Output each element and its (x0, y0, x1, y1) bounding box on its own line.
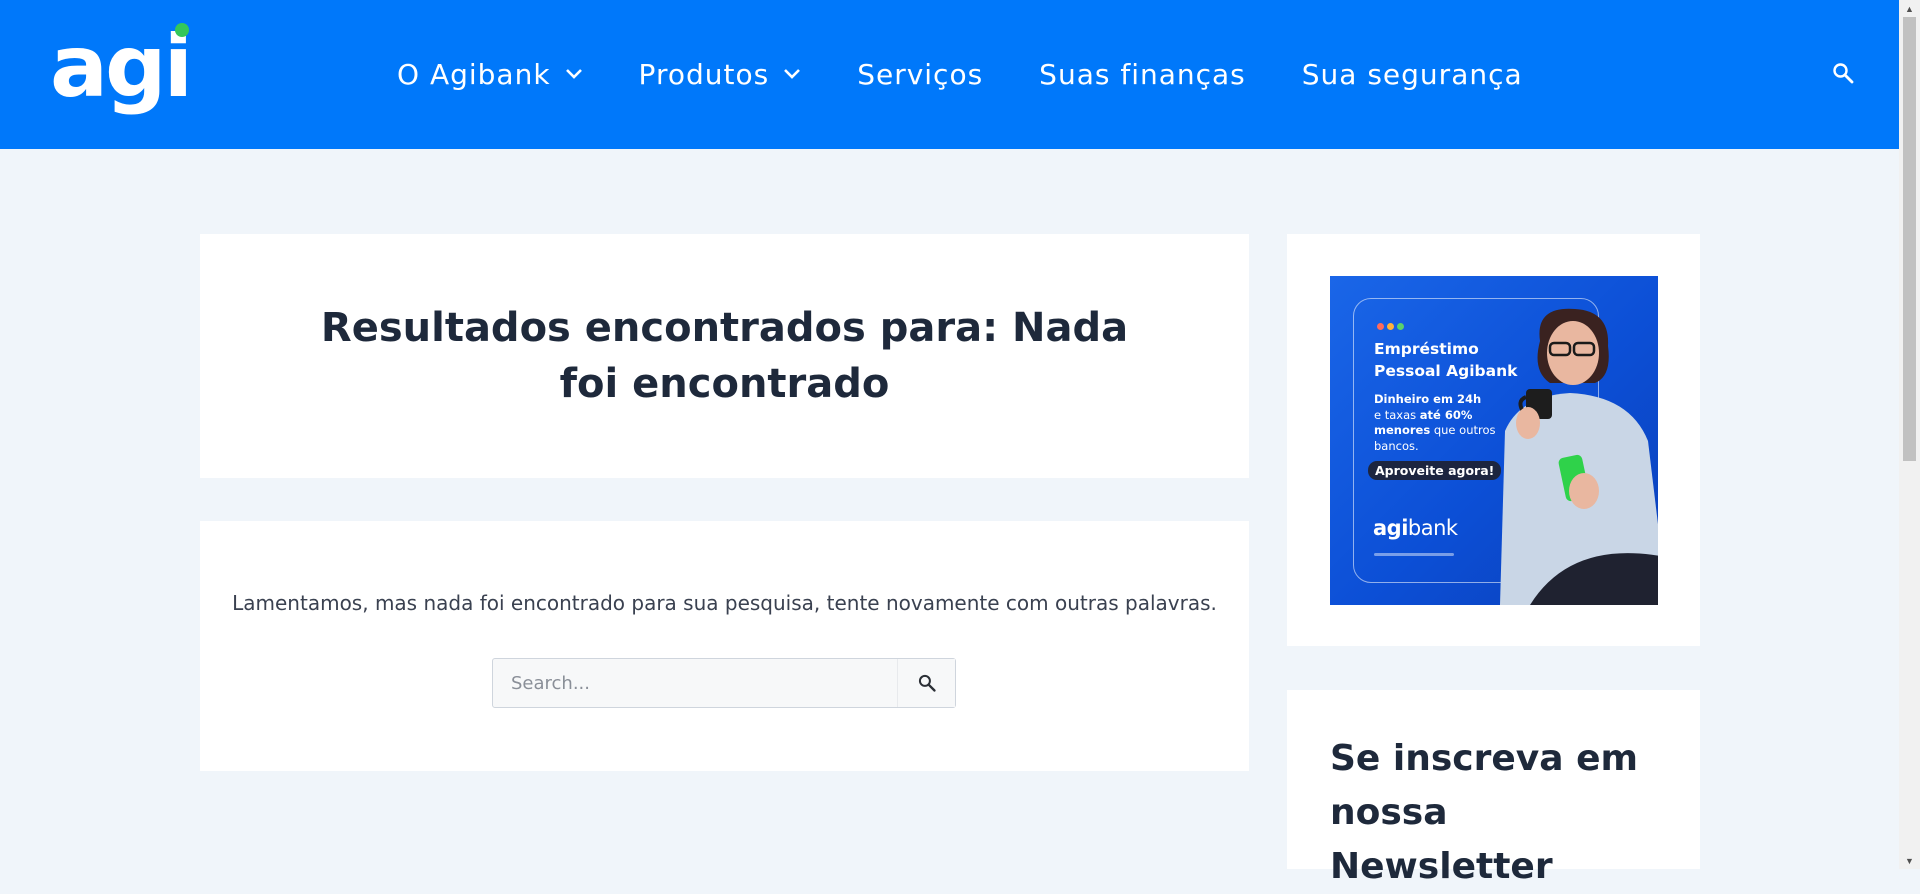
scroll-up-arrow-icon[interactable]: ▲ (1899, 0, 1920, 17)
search-form (492, 658, 956, 708)
sidebar-ad-widget: Empréstimo Pessoal Agibank Dinheiro em 2… (1287, 234, 1700, 646)
logo-dot (175, 23, 189, 37)
nav-item-label: Suas finanças (1039, 57, 1246, 91)
ad-cta-button[interactable]: Aproveite agora! (1368, 461, 1502, 480)
nav-item-servicos[interactable]: Serviços (857, 58, 983, 91)
nav-item-label: O Agibank (397, 57, 551, 91)
search-icon[interactable] (1831, 61, 1855, 85)
agi-logo[interactable]: agi (50, 18, 195, 123)
search-input[interactable] (493, 659, 897, 707)
no-results-card: Lamentamos, mas nada foi encontrado para… (200, 521, 1249, 771)
search-icon (918, 674, 936, 692)
page-scrollbar[interactable]: ▲ ▼ (1899, 0, 1920, 869)
no-results-message: Lamentamos, mas nada foi encontrado para… (232, 591, 1217, 615)
scrollbar-thumb[interactable] (1903, 17, 1916, 461)
scroll-down-arrow-icon[interactable]: ▼ (1899, 852, 1920, 869)
ad-fine-print (1374, 553, 1454, 556)
nav-item-suas-financas[interactable]: Suas finanças (1039, 58, 1246, 91)
nav-item-produtos[interactable]: Produtos (639, 58, 802, 91)
nav-item-label: Sua segurança (1301, 57, 1523, 91)
emprestimo-ad-banner[interactable]: Empréstimo Pessoal Agibank Dinheiro em 2… (1330, 276, 1658, 605)
ad-title: Empréstimo Pessoal Agibank (1374, 340, 1518, 380)
logo-text: agi (50, 18, 190, 117)
ad-window-dots (1377, 323, 1407, 330)
nav-item-sua-seguranca[interactable]: Sua segurança (1302, 58, 1523, 91)
nav-item-label: Produtos (638, 57, 770, 91)
newsletter-title: Se inscreva em nossa Newsletter (1330, 738, 1639, 887)
newsletter-widget: Se inscreva em nossa Newsletter (1287, 690, 1700, 887)
agibank-logo: agibank (1373, 516, 1458, 540)
nav-item-label: Serviços (857, 57, 984, 91)
main-nav: O Agibank Produtos Serviços Suas finança… (397, 56, 1579, 92)
chevron-down-icon (565, 69, 582, 79)
site-header: agi O Agibank Produtos Serviços Suas fin… (0, 0, 1899, 149)
nav-item-o-agibank[interactable]: O Agibank (397, 58, 583, 91)
page-title: Resultados encontrados para: Nada foi en… (320, 305, 1129, 407)
ad-body: Dinheiro em 24h e taxas até 60% menores … (1374, 392, 1496, 453)
search-submit-button[interactable] (897, 659, 955, 707)
search-results-header: Resultados encontrados para: Nada foi en… (200, 234, 1249, 478)
chevron-down-icon (784, 69, 801, 79)
